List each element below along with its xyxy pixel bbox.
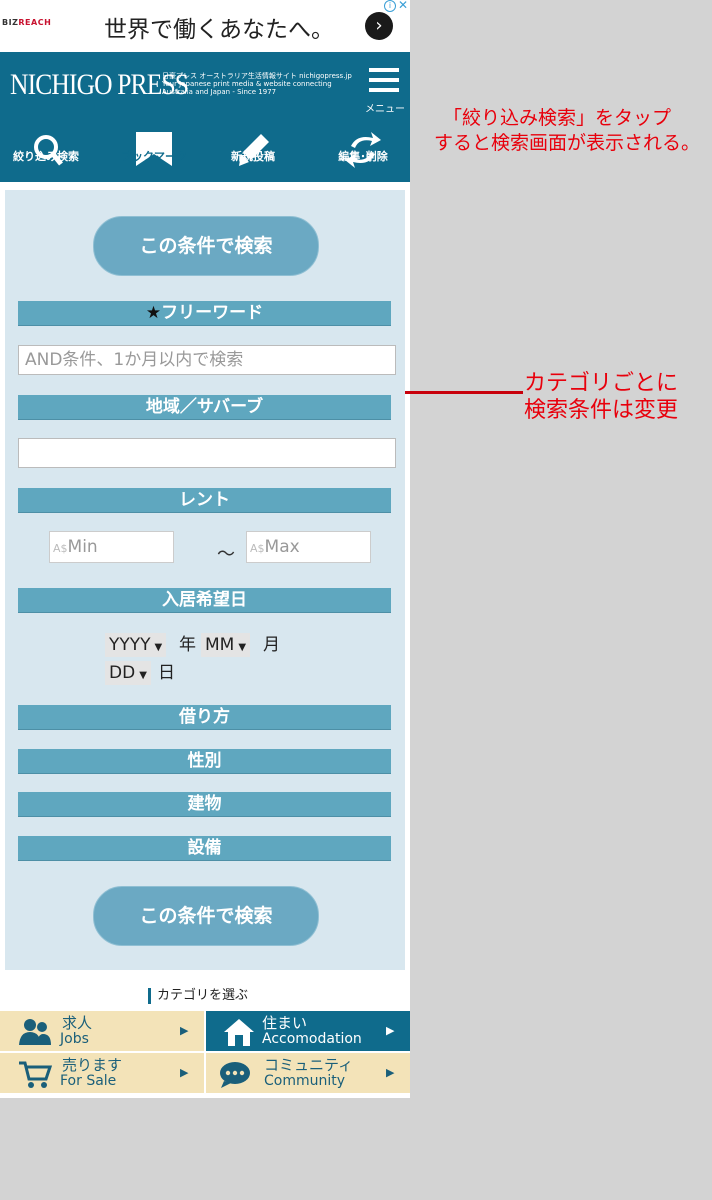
category-heading: カテゴリを選ぶ bbox=[148, 988, 248, 1004]
ad-text[interactable]: 世界で働くあなたへ。 bbox=[104, 10, 334, 44]
search-submit-button-bottom[interactable]: この条件で検索 bbox=[93, 886, 319, 946]
rental-type-heading[interactable]: 借り方 bbox=[18, 705, 391, 730]
ad-info-icon[interactable]: i bbox=[384, 0, 396, 12]
nav-label: 編集･削除 bbox=[338, 150, 388, 163]
people-icon bbox=[19, 1019, 51, 1045]
chat-icon bbox=[220, 1062, 250, 1088]
search-panel: この条件で検索 ★フリーワード AND条件、1か月以内で検索 地域／サバーブ レ… bbox=[5, 190, 405, 970]
day-select[interactable]: DD ▼ bbox=[105, 661, 151, 685]
category-en-label: Community bbox=[264, 1073, 346, 1089]
annotation-pointer-line bbox=[405, 391, 523, 394]
category-en-label: Jobs bbox=[60, 1031, 89, 1047]
nav-edit-delete[interactable]: 編集･削除 bbox=[313, 130, 413, 180]
hamburger-icon bbox=[369, 68, 399, 72]
category-jp-label: 住まい bbox=[262, 1014, 308, 1032]
nav-bookmark[interactable]: ブックマーク bbox=[104, 130, 204, 180]
year-select[interactable]: YYYY ▼ bbox=[105, 633, 167, 657]
nav-refine-search[interactable]: 絞り込み検索 bbox=[0, 130, 96, 180]
dropdown-arrow-icon: ▼ bbox=[154, 642, 163, 653]
rent-max-input[interactable]: A$Max bbox=[246, 531, 371, 563]
rent-heading: レント bbox=[18, 488, 391, 513]
month-select[interactable]: MM ▼ bbox=[201, 633, 251, 657]
category-community[interactable]: コミュニティ Community ▶ bbox=[206, 1053, 410, 1093]
hamburger-icon bbox=[369, 88, 399, 92]
category-jobs[interactable]: 求人 Jobs ▶ bbox=[0, 1011, 204, 1051]
gender-heading[interactable]: 性別 bbox=[18, 749, 391, 774]
day-unit: 日 bbox=[158, 663, 175, 683]
house-icon bbox=[224, 1019, 254, 1046]
category-en-label: Accomodation bbox=[262, 1031, 362, 1047]
category-accommodation[interactable]: 住まい Accomodation ▶ bbox=[206, 1011, 410, 1051]
category-jp-label: 求人 bbox=[62, 1014, 93, 1032]
tap-note-line1: 「絞り込み検索」をタップ bbox=[443, 107, 672, 129]
chevron-right-icon: ▶ bbox=[386, 1024, 395, 1037]
category-jp-label: 売ります bbox=[62, 1056, 123, 1074]
area-heading: 地域／サバーブ bbox=[18, 395, 391, 420]
dropdown-arrow-icon: ▼ bbox=[238, 642, 247, 653]
chevron-right-icon: ▶ bbox=[180, 1024, 189, 1037]
rent-min-input[interactable]: A$Min bbox=[49, 531, 174, 563]
dropdown-arrow-icon: ▼ bbox=[139, 670, 147, 681]
ad-close-icon[interactable]: ✕ bbox=[398, 0, 408, 12]
building-heading[interactable]: 建物 bbox=[18, 792, 391, 817]
ad-arrow-icon[interactable]: › bbox=[365, 12, 393, 40]
free-word-heading: ★フリーワード bbox=[18, 301, 391, 326]
rent-separator: ～ bbox=[217, 544, 235, 565]
area-input[interactable] bbox=[18, 438, 396, 468]
month-unit: 月 bbox=[263, 635, 280, 655]
facilities-heading[interactable]: 設備 bbox=[18, 836, 391, 861]
nav-label: ブックマーク bbox=[121, 150, 187, 163]
category-for-sale[interactable]: 売ります For Sale ▶ bbox=[0, 1053, 204, 1093]
category-note-line2: 検索条件は変更 bbox=[524, 398, 679, 423]
year-unit: 年 bbox=[179, 635, 196, 655]
nav-label: 絞り込み検索 bbox=[13, 150, 79, 163]
search-submit-button-top[interactable]: この条件で検索 bbox=[93, 216, 319, 276]
category-en-label: For Sale bbox=[60, 1073, 117, 1089]
header-nav: 絞り込み検索 ブックマーク 新規投稿 編集･削除 bbox=[0, 130, 410, 180]
tap-note-line2: すると検索画面が表示される。 bbox=[434, 132, 701, 154]
hamburger-icon bbox=[369, 78, 399, 82]
nav-label: 新規投稿 bbox=[231, 150, 275, 163]
site-header: NICHIGO PRESS 日豪プレス オーストラリア生活情報サイト nichi… bbox=[0, 52, 410, 182]
move-in-heading: 入居希望日 bbox=[18, 588, 391, 613]
chevron-right-icon: ▶ bbox=[180, 1066, 189, 1079]
menu-label: メニュー bbox=[365, 104, 405, 115]
menu-button[interactable]: メニュー bbox=[363, 66, 407, 115]
category-jp-label: コミュニティ bbox=[264, 1056, 354, 1074]
star-icon: ★ bbox=[145, 303, 162, 323]
cart-icon bbox=[19, 1061, 52, 1088]
site-tagline: 日豪プレス オーストラリア生活情報サイト nichigopress.jp You… bbox=[162, 72, 352, 96]
chevron-right-icon: ▶ bbox=[386, 1066, 395, 1079]
ad-banner[interactable]: BIZREACH 世界で働くあなたへ。 › i ✕ bbox=[0, 0, 410, 52]
phone-screen: BIZREACH 世界で働くあなたへ。 › i ✕ NICHIGO PRESS … bbox=[0, 0, 410, 1098]
category-note-line1: カテゴリごとに bbox=[524, 371, 679, 396]
ad-logo: BIZREACH bbox=[2, 18, 52, 27]
free-word-input[interactable]: AND条件、1か月以内で検索 bbox=[18, 345, 396, 375]
nav-new-post[interactable]: 新規投稿 bbox=[203, 130, 303, 180]
